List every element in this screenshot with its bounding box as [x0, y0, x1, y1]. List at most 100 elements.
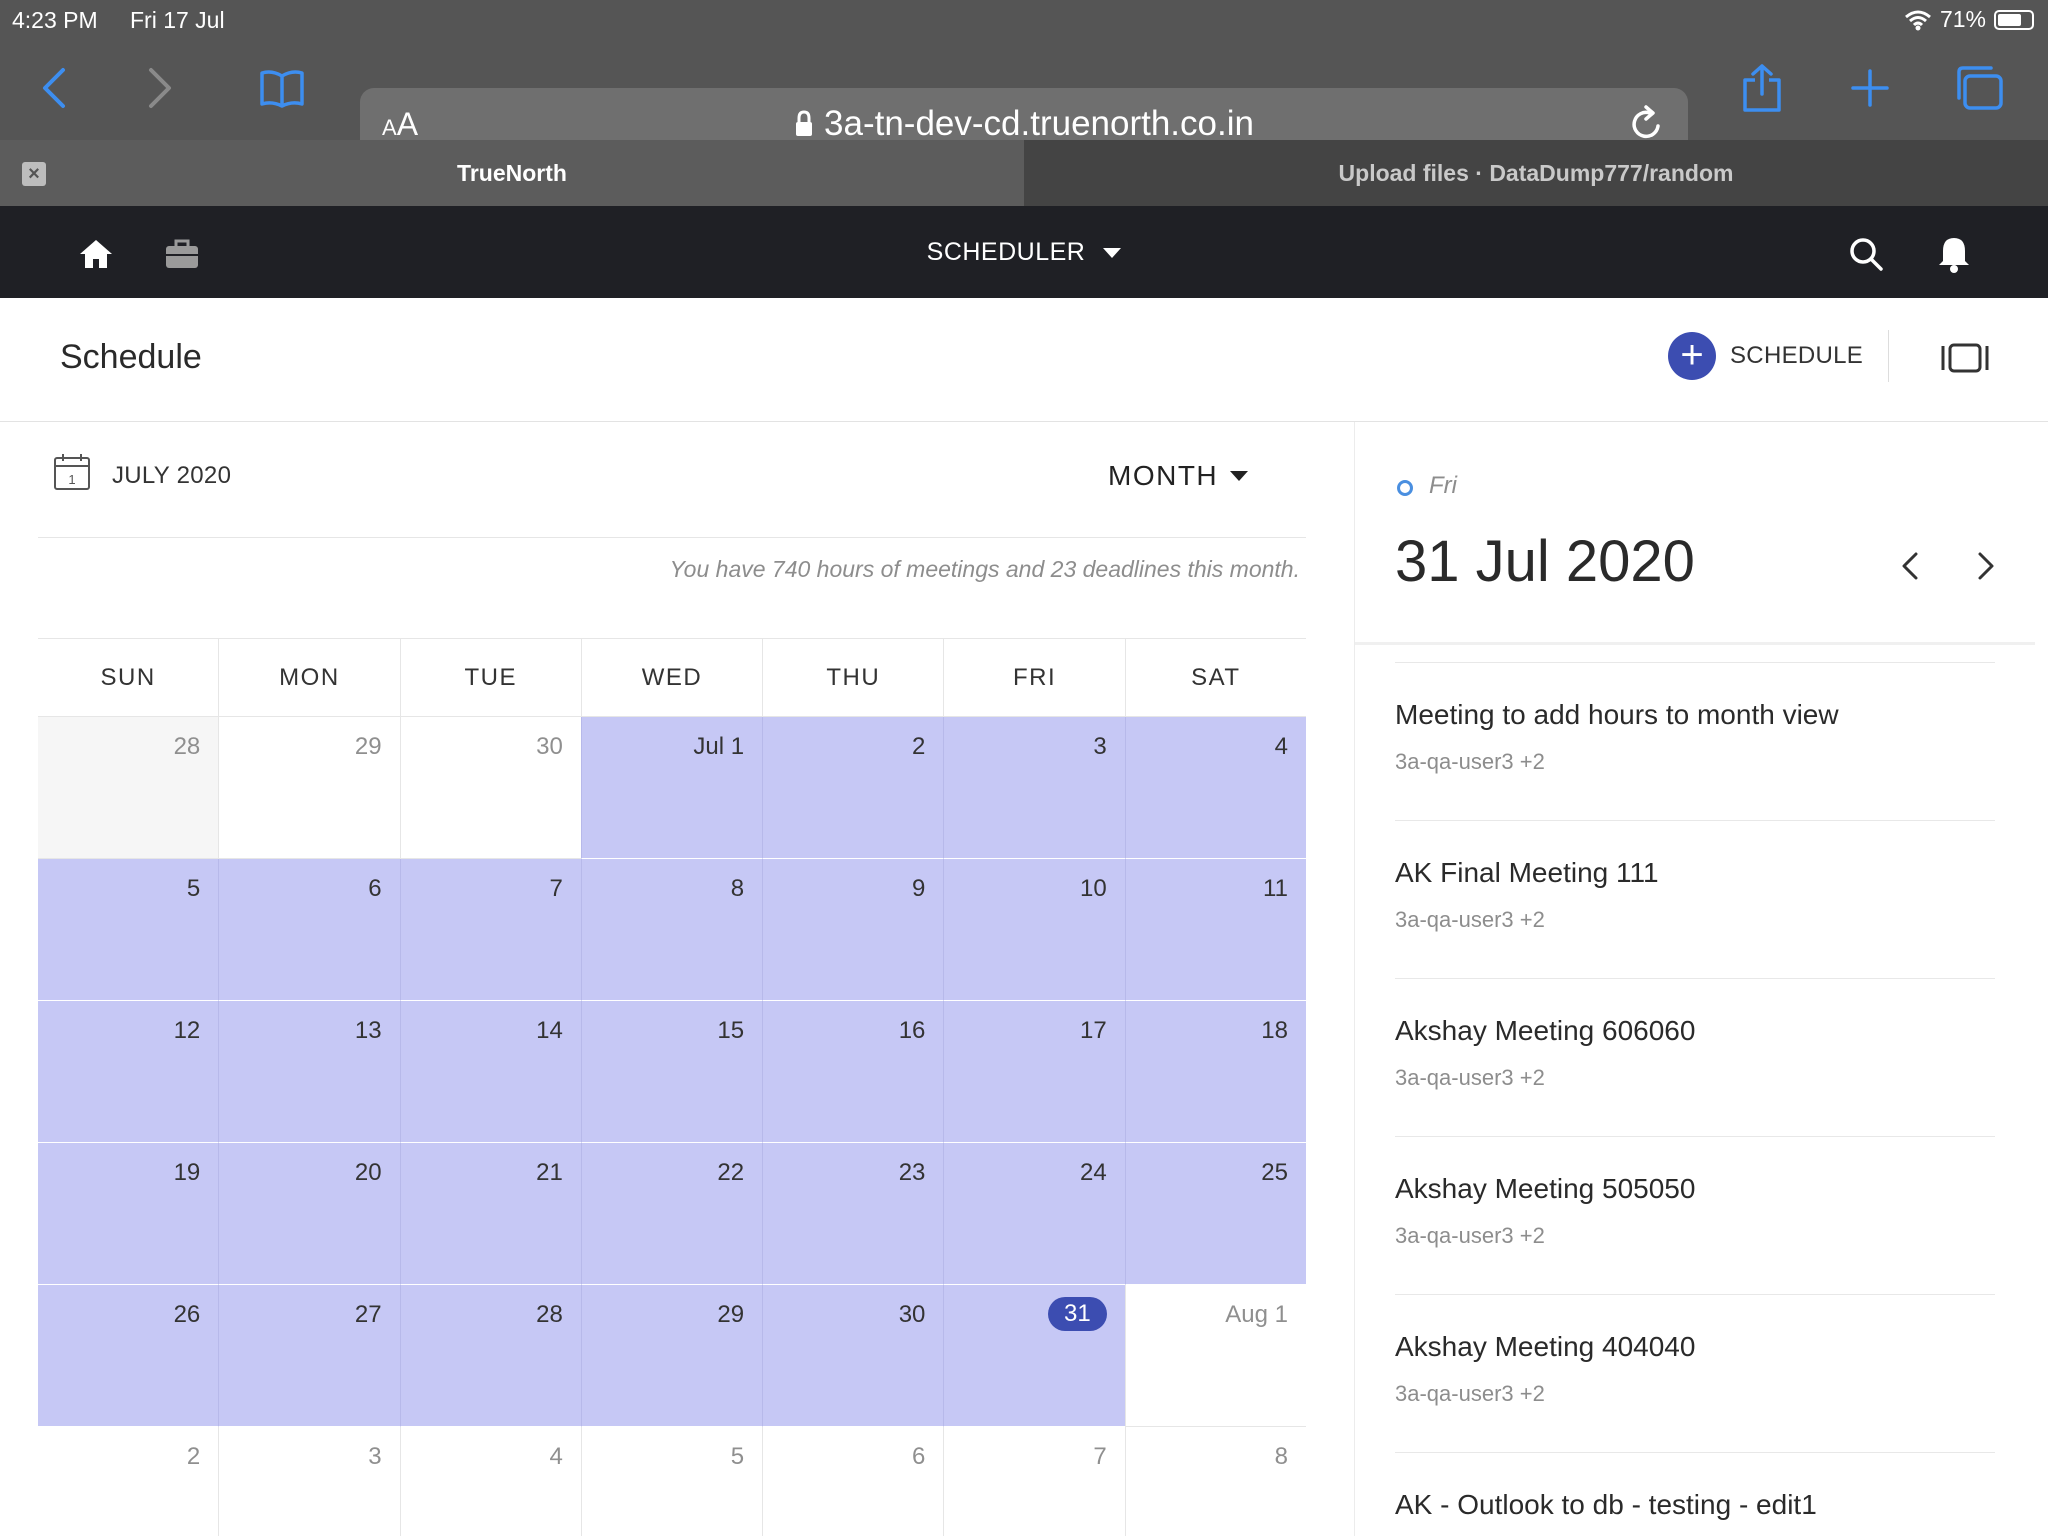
search-icon[interactable]: [1846, 234, 1886, 274]
calendar-day[interactable]: 3: [218, 1427, 400, 1536]
calendar-day[interactable]: 2: [38, 1427, 219, 1536]
calendar-day[interactable]: 3: [943, 717, 1125, 859]
toggle-panel-icon[interactable]: [1940, 342, 1990, 374]
browser-tab-upload-files[interactable]: Upload files · DataDump777/random: [1024, 140, 2048, 206]
event-title: Meeting to add hours to month view: [1395, 699, 1839, 730]
calendar-day[interactable]: 10: [943, 859, 1125, 1001]
calendar-day[interactable]: 22: [580, 1143, 763, 1285]
status-time: 4:23 PM: [12, 7, 98, 33]
tab-close-icon[interactable]: ×: [22, 162, 46, 186]
back-icon[interactable]: [24, 58, 84, 118]
bell-icon[interactable]: [1934, 234, 1974, 274]
add-schedule-button[interactable]: + SCHEDULE: [1668, 332, 1863, 380]
calendar-day[interactable]: 13: [218, 1001, 400, 1143]
next-day-icon[interactable]: [1965, 546, 2005, 586]
app-module-switcher[interactable]: SCHEDULER: [0, 238, 2048, 267]
view-mode-label: MONTH: [1108, 460, 1219, 491]
day-number: 2: [912, 733, 926, 760]
module-title: SCHEDULER: [926, 238, 1086, 266]
calendar-day[interactable]: 29: [218, 717, 400, 859]
browser-tab-truenorth[interactable]: × TrueNorth: [0, 140, 1024, 206]
calendar-day[interactable]: 28: [399, 1285, 581, 1427]
calendar-day[interactable]: 30: [399, 717, 581, 859]
current-month-label[interactable]: JULY 2020: [112, 462, 231, 490]
calendar-day[interactable]: 24: [943, 1143, 1125, 1285]
view-mode-dropdown[interactable]: MONTH: [1108, 460, 1249, 492]
calendar-day[interactable]: 5: [580, 1427, 763, 1536]
previous-day-icon[interactable]: [1891, 546, 1931, 586]
calendar-day[interactable]: 30: [762, 1285, 944, 1427]
event-title: Akshay Meeting 505050: [1395, 1173, 1696, 1204]
day-detail-header: Fri 31 Jul 2020: [1355, 422, 2035, 642]
calendar-day[interactable]: 6: [762, 1427, 944, 1536]
calendar-day[interactable]: 12: [38, 1001, 219, 1143]
new-tab-icon[interactable]: [1840, 58, 1900, 118]
calendar-day[interactable]: 25: [1124, 1143, 1306, 1285]
calendar-day[interactable]: 27: [218, 1285, 400, 1427]
day-number: 10: [1079, 875, 1107, 902]
calendar-day[interactable]: 17: [943, 1001, 1125, 1143]
day-number: 22: [717, 1159, 745, 1186]
calendar-day[interactable]: 18: [1124, 1001, 1306, 1143]
bookmarks-icon[interactable]: [252, 58, 312, 118]
calendar-day[interactable]: 29: [580, 1285, 763, 1427]
calendar-day[interactable]: 21: [399, 1143, 581, 1285]
battery-fill: [1998, 13, 2021, 26]
day-indicator-dot: [1397, 480, 1413, 496]
page-header: Schedule + SCHEDULE: [0, 298, 2048, 422]
calendar-day[interactable]: 9: [762, 859, 944, 1001]
day-number: 5: [186, 875, 201, 902]
day-detail-panel: Fri 31 Jul 2020 Meeting to add hours to …: [1354, 422, 2048, 1536]
day-number: 8: [1274, 1443, 1288, 1470]
calendar-day[interactable]: 4: [399, 1427, 581, 1536]
day-number: 4: [1274, 733, 1288, 760]
reload-icon[interactable]: [1628, 104, 1666, 144]
calendar-day[interactable]: 8: [580, 859, 763, 1001]
calendar-toolbar: 1 JULY 2020 MONTH: [38, 438, 1306, 538]
calendar-day[interactable]: Jul 1: [580, 717, 763, 859]
calendar-day[interactable]: 8: [1124, 1427, 1306, 1536]
event-item[interactable]: Akshay Meeting 404040 3a-qa-user3 +2: [1395, 1294, 1995, 1452]
calendar-day[interactable]: 23: [762, 1143, 944, 1285]
url-display[interactable]: 3a-tn-dev-cd.truenorth.co.in: [360, 104, 1688, 144]
calendar-day[interactable]: 16: [762, 1001, 944, 1143]
tab-title: Upload files · DataDump777/random: [1338, 159, 1734, 186]
calendar-day[interactable]: 7: [943, 1427, 1125, 1536]
calendar-day[interactable]: 4: [1124, 717, 1306, 859]
calendar-day[interactable]: 11: [1124, 859, 1306, 1001]
calendar-day[interactable]: 26: [38, 1285, 219, 1427]
week-row: 19 20 21 22 23 24 25: [38, 1143, 1306, 1285]
calendar-day-selected[interactable]: 31: [943, 1285, 1125, 1427]
event-list: Meeting to add hours to month view 3a-qa-…: [1395, 662, 1995, 1536]
share-icon[interactable]: [1732, 58, 1792, 118]
calendar-day[interactable]: 2: [762, 717, 944, 859]
calendar-day[interactable]: 6: [218, 859, 400, 1001]
event-item[interactable]: AK Final Meeting 111 3a-qa-user3 +2: [1395, 820, 1995, 978]
calendar-day[interactable]: 20: [218, 1143, 400, 1285]
event-item[interactable]: Meeting to add hours to month view 3a-qa-…: [1395, 662, 1995, 820]
day-number: Aug 1: [1225, 1301, 1288, 1328]
weeks-container: 28 29 30 Jul 1 2 3 4 5 6 7 8 9 10 11 12 13 14 15 16 17 18 19 2…: [38, 717, 1306, 1536]
calendar-day[interactable]: 5: [38, 859, 219, 1001]
calendar-icon[interactable]: 1: [52, 452, 92, 492]
event-item[interactable]: Akshay Meeting 505050 3a-qa-user3 +2: [1395, 1136, 1995, 1294]
browser-tab-bar: × TrueNorth Upload files · DataDump777/r…: [0, 140, 2048, 206]
calendar-day[interactable]: 28: [38, 717, 219, 859]
calendar-day[interactable]: 19: [38, 1143, 219, 1285]
battery-icon: [1994, 9, 2034, 30]
weekday-header-cell: THU: [762, 639, 943, 716]
day-number: 29: [717, 1301, 745, 1328]
tabs-overview-icon[interactable]: [1950, 58, 2010, 118]
forward-icon[interactable]: [130, 58, 190, 118]
day-number: 13: [354, 1017, 382, 1044]
add-schedule-label: SCHEDULE: [1730, 342, 1864, 369]
status-bar: 4:23 PM Fri 17 Jul 71%: [0, 0, 2048, 40]
day-number: 3: [368, 1443, 382, 1470]
event-item[interactable]: AK - Outlook to db - testing - edit1: [1395, 1452, 1995, 1536]
calendar-day[interactable]: 15: [580, 1001, 763, 1143]
calendar-day[interactable]: 14: [399, 1001, 581, 1143]
calendar-day[interactable]: Aug 1: [1124, 1285, 1306, 1427]
calendar-day[interactable]: 7: [399, 859, 581, 1001]
chevron-down-icon: [1103, 248, 1122, 259]
event-item[interactable]: Akshay Meeting 606060 3a-qa-user3 +2: [1395, 978, 1995, 1136]
